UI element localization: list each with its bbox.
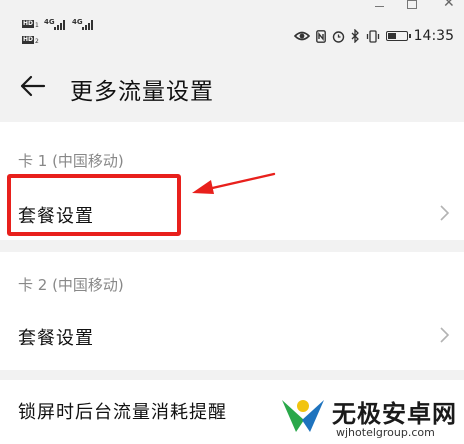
status-bar: HD 1 4G 4G HD 2 14:35 [0, 18, 464, 54]
sim-2-plan-settings-label: 套餐设置 [18, 328, 94, 349]
page-title: 更多流量设置 [70, 79, 214, 105]
window-chrome: ✕ [0, 0, 464, 14]
battery-level [387, 33, 396, 39]
sim-2-section-label: 卡 2 (中国移动) [18, 276, 124, 294]
highlight-box [7, 174, 181, 236]
sim-2-card: 卡 2 (中国移动) 套餐设置 [0, 252, 464, 370]
watermark-name: 无极安卓网 [332, 400, 457, 428]
chevron-right-icon [440, 205, 450, 221]
status-icons: 14:35 [293, 28, 454, 44]
alarm-icon [332, 30, 344, 43]
bluetooth-icon [351, 29, 359, 43]
vibrate-icon [366, 29, 379, 43]
signal-bars-icon [54, 20, 68, 30]
eye-comfort-icon [293, 31, 310, 41]
maximize-icon[interactable] [407, 0, 417, 12]
sim-2-index: 2 [35, 38, 39, 45]
sim-1-index: 1 [35, 22, 39, 29]
close-icon[interactable]: ✕ [443, 0, 455, 10]
minimize-icon[interactable] [375, 0, 385, 12]
hd-badge: HD [22, 36, 35, 44]
sim-1-section-label: 卡 1 (中国移动) [18, 152, 124, 170]
back-arrow-icon[interactable] [18, 72, 46, 100]
lockscreen-reminder-label: 锁屏时后台流量消耗提醒 [18, 402, 227, 423]
signal-bars-icon [82, 20, 96, 30]
hd-badge: HD [22, 20, 35, 28]
battery-icon [385, 31, 411, 41]
sim-2-signal: HD 2 [22, 34, 102, 50]
status-time: 14:35 [413, 28, 454, 44]
chevron-right-icon [440, 327, 450, 343]
watermark: 无极安卓网 wjhotelgroup.com [278, 388, 464, 444]
sim-1-signal: HD 1 4G 4G [22, 18, 102, 34]
watermark-logo-icon [282, 400, 324, 432]
watermark-url: wjhotelgroup.com [336, 426, 435, 439]
annotation-arrow-icon [192, 172, 276, 194]
nfc-icon [315, 29, 326, 43]
app-header: 更多流量设置 [0, 60, 464, 112]
